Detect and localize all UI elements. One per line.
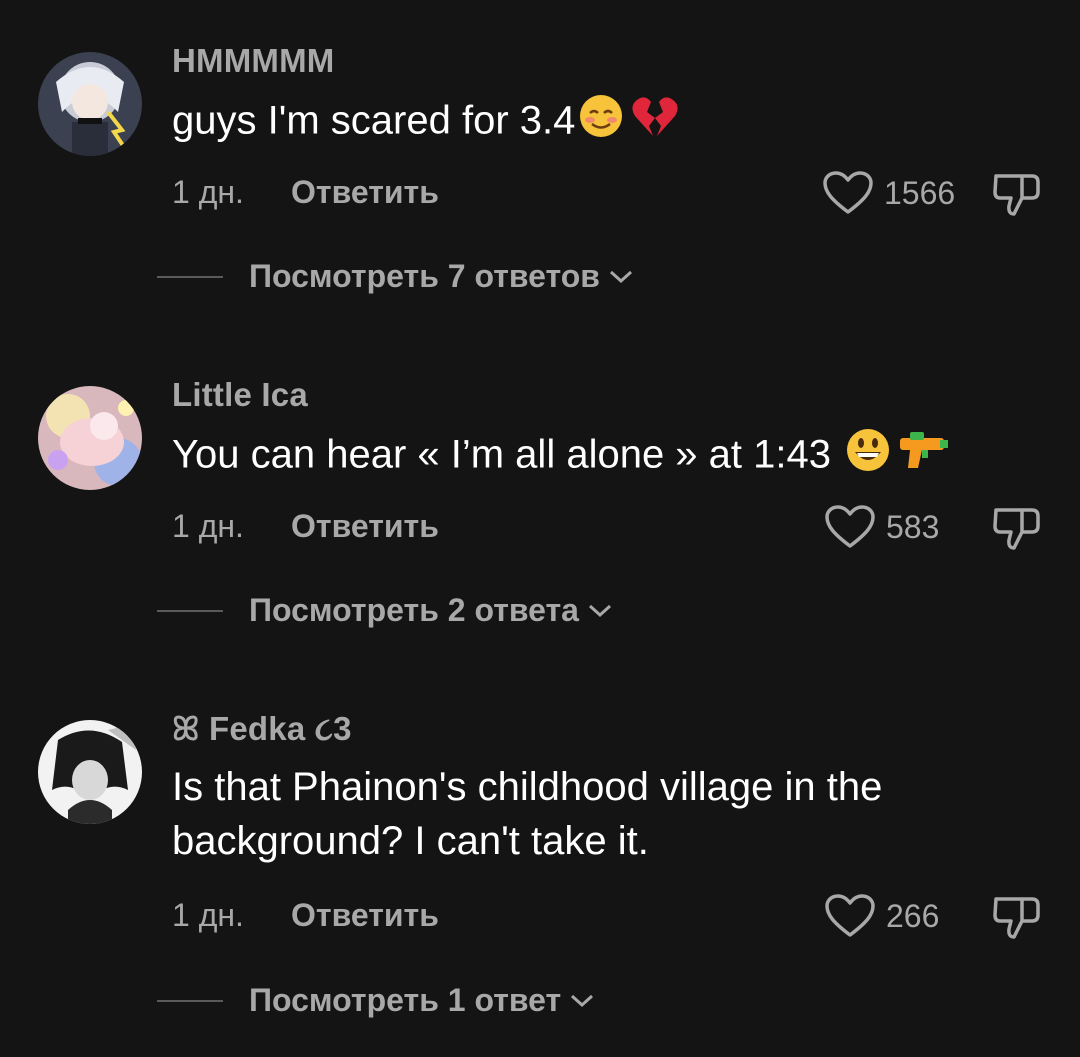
username[interactable]: ꕤ Fedka ૮3 (172, 710, 352, 749)
chevron-down-icon (609, 270, 632, 283)
comment-text-line: background? I can't take it. (172, 819, 649, 863)
dislike-button[interactable] (992, 170, 1042, 223)
like-button[interactable]: 1566 (822, 170, 955, 216)
thumbs-down-icon (993, 508, 1040, 550)
view-replies-label: Посмотреть 2 ответа (249, 592, 579, 628)
comment-text: guys I'm scared for 3.4 (172, 92, 1032, 154)
grinning-face-emoji (844, 426, 894, 488)
like-button[interactable]: 583 (824, 504, 939, 550)
avatar[interactable] (38, 52, 142, 156)
dislike-button[interactable] (992, 893, 1042, 946)
like-count: 266 (886, 897, 940, 934)
comment-text-line: Is that Phainon's childhood village in t… (172, 765, 883, 809)
reply-button[interactable]: Ответить (291, 897, 439, 934)
chevron-down-icon (571, 994, 594, 1007)
like-count: 583 (886, 508, 940, 545)
view-replies[interactable]: Посмотреть 1 ответ (157, 982, 595, 1019)
comment-time: 1 дн. (172, 174, 244, 210)
replies-divider (157, 609, 223, 612)
heart-icon (825, 894, 875, 937)
replies-divider (157, 275, 223, 278)
avatar[interactable] (38, 720, 142, 824)
thumbs-down-icon (993, 174, 1040, 216)
comment-time: 1 дн. (172, 897, 244, 933)
view-replies[interactable]: Посмотреть 7 ответов (157, 258, 634, 295)
avatar-image (38, 720, 142, 824)
thumbs-down-icon (993, 897, 1040, 939)
username[interactable]: HMMMMM (172, 42, 334, 80)
avatar-image (38, 386, 142, 490)
view-replies-label: Посмотреть 1 ответ (249, 982, 562, 1018)
view-replies-label: Посмотреть 7 ответов (249, 258, 600, 294)
heart-icon (825, 505, 875, 548)
username[interactable]: Little Ica (172, 376, 308, 414)
comment-text: Is that Phainon's childhood village in t… (172, 760, 1032, 868)
avatar-image (38, 52, 142, 156)
chevron-down-icon (588, 604, 611, 617)
broken-heart-emoji (629, 92, 679, 154)
comment-text-body: You can hear « I’m all alone » at 1:43 (172, 432, 831, 477)
comment-text-body: guys I'm scared for 3.4 (172, 98, 576, 143)
replies-divider (157, 999, 223, 1002)
smiling-face-emoji (577, 92, 627, 154)
comment-time: 1 дн. (172, 508, 244, 544)
like-button[interactable]: 266 (824, 893, 939, 939)
reply-button[interactable]: Ответить (291, 174, 439, 211)
view-replies[interactable]: Посмотреть 2 ответа (157, 592, 613, 629)
heart-icon (823, 171, 873, 214)
comment-text: You can hear « I’m all alone » at 1:43 (172, 426, 1032, 488)
like-count: 1566 (884, 174, 956, 211)
dislike-button[interactable] (992, 504, 1042, 557)
reply-button[interactable]: Ответить (291, 508, 439, 545)
water-pistol-emoji (896, 428, 950, 486)
avatar[interactable] (38, 386, 142, 490)
